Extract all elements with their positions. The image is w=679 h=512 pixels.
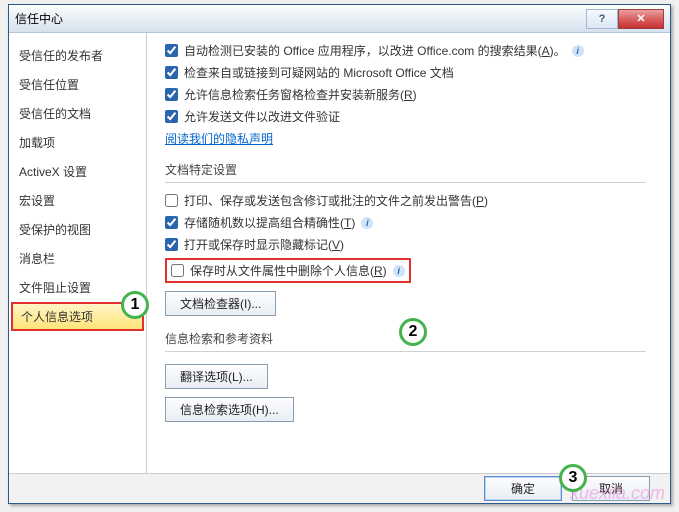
- privacy-opt-0-label: 自动检测已安装的 Office 应用程序，以改进 Office.com 的搜索结…: [184, 42, 566, 59]
- translation-options-button[interactable]: 翻译选项(L)...: [165, 364, 268, 389]
- privacy-opt-0-checkbox[interactable]: [165, 44, 178, 57]
- doc-opt-3-checkbox[interactable]: [171, 264, 184, 277]
- sidebar-item-trusted-documents[interactable]: 受信任的文档: [9, 99, 146, 128]
- info-icon: i: [572, 45, 584, 57]
- sidebar: 受信任的发布者 受信任位置 受信任的文档 加载项 ActiveX 设置 宏设置 …: [9, 33, 147, 473]
- info-icon: i: [393, 265, 405, 277]
- sidebar-item-trusted-publishers[interactable]: 受信任的发布者: [9, 41, 146, 70]
- help-button[interactable]: ?: [586, 9, 618, 29]
- sidebar-item-message-bar[interactable]: 消息栏: [9, 244, 146, 273]
- doc-settings-heading: 文档特定设置: [165, 161, 646, 187]
- info-icon: i: [361, 217, 373, 229]
- doc-opt-2-label: 打开或保存时显示隐藏标记(V): [184, 236, 344, 253]
- privacy-opt-2-checkbox[interactable]: [165, 88, 178, 101]
- doc-opt-0-checkbox[interactable]: [165, 194, 178, 207]
- window-title: 信任中心: [15, 10, 586, 27]
- privacy-opt-2-label: 允许信息检索任务窗格检查并安装新服务(R): [184, 86, 417, 103]
- document-inspector-button[interactable]: 文档检查器(I)...: [165, 291, 276, 316]
- doc-opt-0-label: 打印、保存或发送包含修订或批注的文件之前发出警告(P): [184, 192, 488, 209]
- privacy-opt-3-label: 允许发送文件以改进文件验证: [184, 108, 340, 125]
- sidebar-item-protected-view[interactable]: 受保护的视图: [9, 215, 146, 244]
- titlebar: 信任中心 ? ✕: [9, 5, 670, 33]
- trust-center-window: 信任中心 ? ✕ 受信任的发布者 受信任位置 受信任的文档 加载项 Active…: [8, 4, 671, 504]
- ok-button[interactable]: 确定: [484, 476, 562, 501]
- research-options-button[interactable]: 信息检索选项(H)...: [165, 397, 294, 422]
- dialog-body: 受信任的发布者 受信任位置 受信任的文档 加载项 ActiveX 设置 宏设置 …: [9, 33, 670, 473]
- sidebar-item-addins[interactable]: 加载项: [9, 128, 146, 157]
- privacy-opt-3-checkbox[interactable]: [165, 110, 178, 123]
- privacy-opt-1-checkbox[interactable]: [165, 66, 178, 79]
- annotation-callout-1: 1: [121, 291, 149, 319]
- sidebar-item-macro-settings[interactable]: 宏设置: [9, 186, 146, 215]
- content-panel: 自动检测已安装的 Office 应用程序，以改进 Office.com 的搜索结…: [147, 33, 670, 473]
- close-button[interactable]: ✕: [618, 9, 664, 29]
- doc-opt-1-label: 存储随机数以提高组合精确性(T): [184, 214, 355, 231]
- doc-opt-1-checkbox[interactable]: [165, 216, 178, 229]
- privacy-statement-link[interactable]: 阅读我们的隐私声明: [165, 130, 273, 147]
- titlebar-buttons: ? ✕: [586, 9, 664, 29]
- privacy-opt-1-label: 检查来自或链接到可疑网站的 Microsoft Office 文档: [184, 64, 454, 81]
- annotation-callout-2: 2: [399, 318, 427, 346]
- sidebar-item-activex-settings[interactable]: ActiveX 设置: [9, 157, 146, 186]
- sidebar-item-trusted-locations[interactable]: 受信任位置: [9, 70, 146, 99]
- doc-opt-2-checkbox[interactable]: [165, 238, 178, 251]
- annotation-callout-3: 3: [559, 464, 587, 492]
- doc-opt-3-label: 保存时从文件属性中删除个人信息(R): [190, 262, 387, 279]
